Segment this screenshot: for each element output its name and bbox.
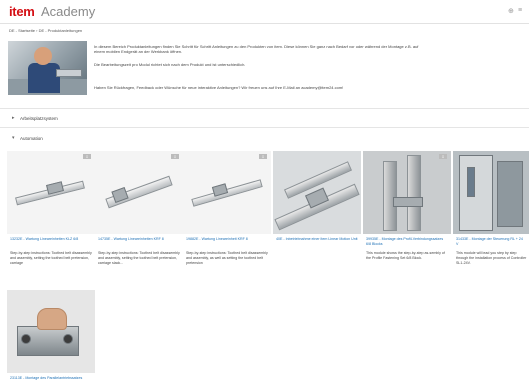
download-icon[interactable]: ⇩ — [83, 154, 91, 159]
card-title[interactable]: 23113E - Montage des Parallelantriebssat… — [7, 374, 95, 387]
card-title[interactable]: 31433E - Montage der Steuerung RL + 24 V — [453, 235, 529, 249]
intro-paragraph-2: Die Bearbeitungszeit pro Modul richtet s… — [94, 62, 246, 67]
card-title[interactable]: 19882E - Wartung Lineareinheit KRF 8 — [183, 235, 271, 249]
menu-icon[interactable]: ≡ — [518, 7, 522, 14]
card-description: Step-by-step instructions: Toothed belt … — [186, 251, 268, 265]
course-card[interactable]: ⇩ 14735E - Wartung Lineareinheiten KRF 8… — [95, 151, 183, 276]
intro-paragraph-1: In diesem Bereich Produktanleitungen fin… — [94, 44, 419, 54]
card-title[interactable]: 14735E - Wartung Lineareinheiten KRF 8 — [95, 235, 183, 249]
download-icon[interactable]: ⇩ — [439, 154, 447, 159]
download-icon[interactable]: ⇩ — [171, 154, 179, 159]
card-image — [95, 151, 183, 234]
hero-image — [8, 41, 87, 95]
course-card[interactable]: ⇩ 13232E - Wartung Lineareinheiten KLZ 6… — [7, 151, 95, 276]
breadcrumb[interactable]: DE - Startseite › DE - Produktanleitunge… — [9, 28, 82, 33]
section-label: Automation — [20, 136, 43, 141]
search-icon[interactable]: ⊕ — [508, 7, 514, 15]
card-title[interactable]: 39935E - Montage des Profil-Verbindungss… — [363, 235, 451, 249]
card-description: Step-by-step instructions: Toothed belt … — [98, 251, 180, 265]
card-image — [273, 151, 361, 234]
chevron-right-icon: ▸ — [12, 115, 15, 121]
card-image — [7, 151, 95, 234]
section-arbeitsplatzsystem[interactable]: ▸ Arbeitsplatzsystem — [0, 113, 529, 124]
card-image — [453, 151, 529, 234]
divider — [0, 108, 529, 109]
course-card[interactable]: ⇩ 19882E - Wartung Lineareinheit KRF 8 S… — [183, 151, 271, 276]
card-title[interactable]: 13232E - Wartung Lineareinheiten KLZ 6/8 — [7, 235, 95, 249]
chevron-down-icon: ▾ — [12, 135, 15, 141]
card-image — [183, 151, 271, 234]
app-header: item Academy ⊕ ≡ — [0, 0, 529, 24]
divider — [0, 127, 529, 128]
card-description: This module shows the step-by-step as-se… — [366, 251, 445, 260]
course-card[interactable]: ⇩ 39935E - Montage des Profil-Verbindung… — [363, 151, 451, 276]
download-icon[interactable]: ⇩ — [259, 154, 267, 159]
section-label: Arbeitsplatzsystem — [20, 116, 58, 121]
intro-paragraph-3: Haben Sie Rückfragen, Feedback oder Wüns… — [94, 85, 344, 90]
card-image — [7, 290, 95, 373]
academy-logo-text[interactable]: Academy — [41, 4, 95, 19]
course-card[interactable]: 23113E - Montage des Parallelantriebssat… — [7, 290, 95, 387]
section-automation[interactable]: ▾ Automation — [0, 133, 529, 144]
card-title[interactable]: 40E - Inbetriebnahme einer item Linear M… — [273, 235, 361, 249]
course-card[interactable]: 40E - Inbetriebnahme einer item Linear M… — [273, 151, 361, 276]
course-card[interactable]: 31433E - Montage der Steuerung RL + 24 V… — [453, 151, 529, 276]
card-image — [363, 151, 451, 234]
card-description: Step-by-step instructions: Toothed belt … — [10, 251, 92, 265]
card-description: This module will lead you step by step t… — [456, 251, 527, 265]
item-logo[interactable]: item — [9, 4, 35, 19]
